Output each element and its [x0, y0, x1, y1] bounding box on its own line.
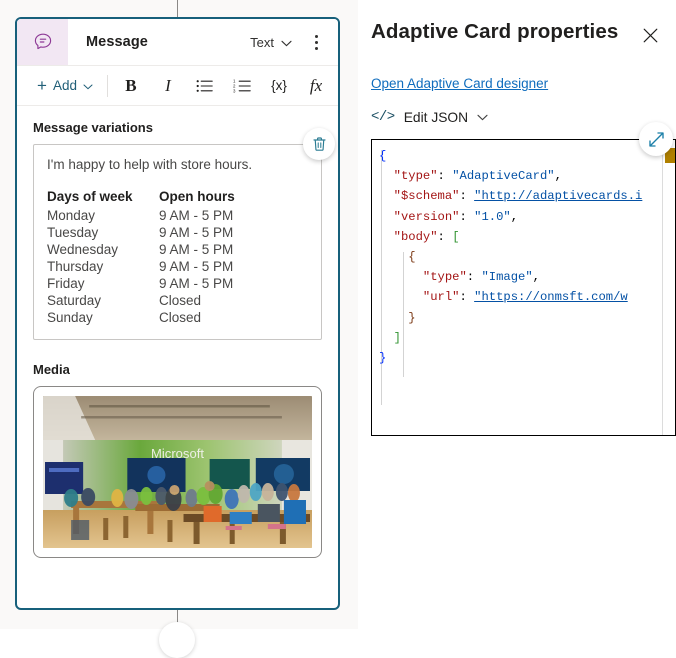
close-icon[interactable]	[637, 22, 663, 48]
message-variations-label: Message variations	[33, 120, 153, 135]
node-title: Message	[86, 34, 148, 50]
chevron-down-icon	[281, 35, 292, 50]
column-header-hours: Open hours	[159, 189, 235, 204]
cell-day: Friday	[47, 276, 85, 291]
cell-hours: 9 AM - 5 PM	[159, 242, 234, 257]
variation-intro-text: I'm happy to help with store hours.	[47, 157, 253, 172]
chevron-down-icon	[83, 78, 93, 93]
connector-node-bottom[interactable]	[159, 622, 195, 658]
cell-hours: 9 AM - 5 PM	[159, 225, 234, 240]
table-header-row: Days of week Open hours	[47, 189, 308, 207]
code-icon: </>	[371, 109, 395, 125]
table-row: Friday 9 AM - 5 PM	[47, 275, 308, 292]
table-row: Tuesday 9 AM - 5 PM	[47, 224, 308, 241]
cell-day: Thursday	[47, 259, 104, 274]
add-button[interactable]: + Add	[35, 73, 99, 98]
store-hours-table: Days of week Open hours Monday 9 AM - 5 …	[47, 189, 308, 326]
cell-day: Wednesday	[47, 242, 119, 257]
cell-hours: Closed	[159, 310, 202, 325]
media-label: Media	[33, 362, 70, 377]
edit-json-toggle[interactable]: </> Edit JSON	[371, 108, 488, 126]
editor-ruler	[662, 140, 663, 435]
variable-button[interactable]: {x}	[264, 72, 294, 100]
cell-day: Sunday	[47, 310, 93, 325]
add-label: Add	[52, 78, 77, 93]
delete-icon[interactable]	[303, 128, 335, 160]
table-row: Monday 9 AM - 5 PM	[47, 207, 308, 224]
toolbar-divider	[106, 74, 108, 97]
formatting-toolbar: + Add B I 1 2 3 {x} fx	[17, 66, 338, 106]
node-header-actions: Text	[246, 28, 338, 56]
numbered-list-icon[interactable]: 1 2 3	[227, 72, 257, 100]
page-title: Adaptive Card properties	[371, 20, 619, 43]
cell-hours: 9 AM - 5 PM	[159, 208, 234, 223]
table-row: Sunday Closed	[47, 309, 308, 326]
chevron-down-icon	[477, 108, 488, 126]
node-header: Message Text	[17, 19, 338, 66]
message-node-card[interactable]: Message Text + Add B I 1 2 3 {x} fx Mess…	[15, 17, 340, 610]
cell-hours: Closed	[159, 293, 202, 308]
bold-button[interactable]: B	[116, 72, 146, 100]
node-body: Message variations I'm happy to help wit…	[17, 106, 338, 558]
edit-json-label: Edit JSON	[403, 109, 469, 125]
message-variation-item[interactable]: I'm happy to help with store hours. Days…	[33, 128, 335, 340]
store-photo: Microsoft	[43, 396, 312, 548]
expand-icon[interactable]	[639, 122, 673, 156]
media-attachment[interactable]: Microsoft	[33, 386, 322, 558]
json-source-text: { "type": "AdaptiveCard", "$schema": "ht…	[379, 149, 643, 365]
message-bubble-icon	[17, 19, 68, 65]
json-editor[interactable]: { "type": "AdaptiveCard", "$schema": "ht…	[371, 139, 676, 436]
message-type-value: Text	[250, 34, 274, 50]
more-options-icon[interactable]	[304, 28, 328, 56]
column-header-days: Days of week	[47, 189, 133, 204]
bulleted-list-icon[interactable]	[190, 72, 220, 100]
cell-hours: 9 AM - 5 PM	[159, 276, 234, 291]
adaptive-card-properties-panel: Adaptive Card properties Open Adaptive C…	[358, 0, 676, 629]
message-type-dropdown[interactable]: Text	[246, 31, 296, 54]
formula-button[interactable]: fx	[301, 72, 331, 100]
cell-day: Saturday	[47, 293, 102, 308]
italic-button[interactable]: I	[153, 72, 183, 100]
table-row: Thursday 9 AM - 5 PM	[47, 258, 308, 275]
table-row: Saturday Closed	[47, 292, 308, 309]
table-row: Wednesday 9 AM - 5 PM	[47, 241, 308, 258]
plus-icon: +	[37, 76, 47, 95]
open-adaptive-card-designer-link[interactable]: Open Adaptive Card designer	[371, 76, 548, 91]
cell-day: Tuesday	[47, 225, 99, 240]
svg-text:3: 3	[233, 88, 236, 93]
cell-hours: 9 AM - 5 PM	[159, 259, 234, 274]
cell-day: Monday	[47, 208, 96, 223]
flow-canvas: Message Text + Add B I 1 2 3 {x} fx Mess…	[0, 0, 358, 658]
